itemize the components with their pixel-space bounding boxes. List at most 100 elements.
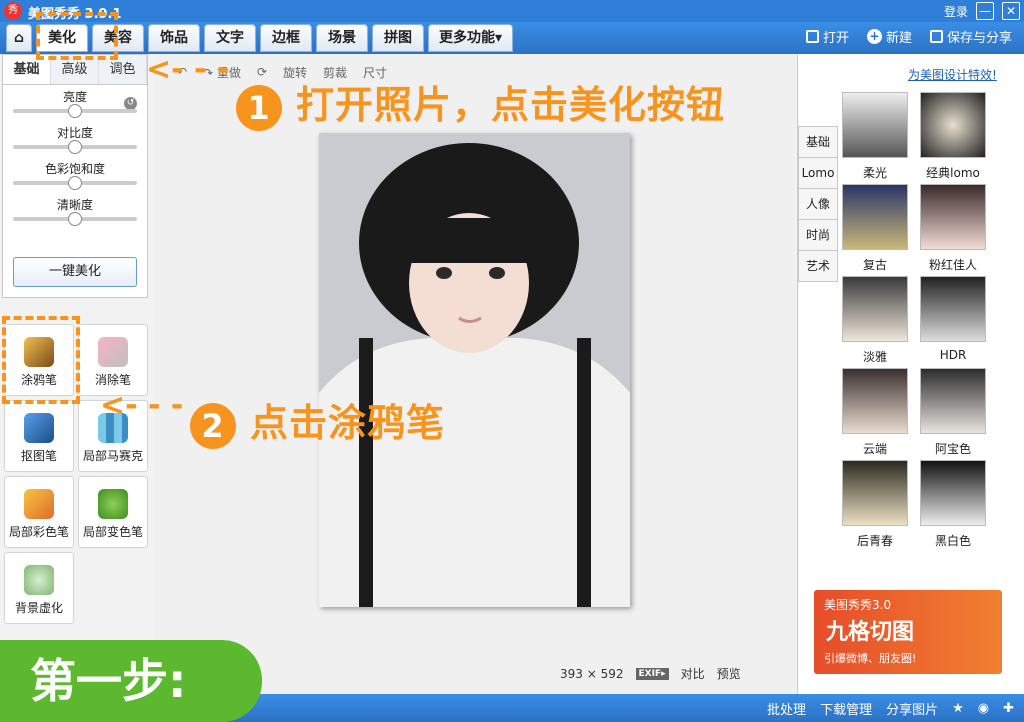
blur-icon xyxy=(24,565,54,595)
filter-label: 柔光 xyxy=(862,166,887,180)
slider-label: 对比度 xyxy=(56,126,93,140)
filter-label: 淡雅 xyxy=(862,350,887,364)
portrait-photo xyxy=(319,133,630,607)
step-two-caption: 2 点击涂鸦笔 xyxy=(190,392,445,449)
eraser-tool[interactable]: 消除笔 xyxy=(78,324,148,396)
star-icon[interactable]: ★ xyxy=(952,701,964,716)
tab-text[interactable]: 文字 xyxy=(204,24,256,52)
photo-preview[interactable] xyxy=(319,133,630,607)
tab-scene[interactable]: 场景 xyxy=(316,24,368,52)
category-art[interactable]: 艺术 xyxy=(798,250,838,282)
filter-retro[interactable]: 复古 xyxy=(842,184,908,273)
bg-blur-tool[interactable]: 背景虚化 xyxy=(4,552,74,624)
login-link[interactable]: 登录 xyxy=(944,3,968,20)
tab-more[interactable]: 更多功能▾ xyxy=(428,24,514,52)
tab-collage[interactable]: 拼图 xyxy=(372,24,424,52)
tool-label: 消除笔 xyxy=(94,373,131,387)
step-number: 2 xyxy=(190,402,236,449)
step-number: 1 xyxy=(236,84,282,131)
compare-button[interactable]: 对比 xyxy=(681,665,705,682)
tool-label: 背景虚化 xyxy=(14,601,63,615)
effect-category-tabs: 基础 Lomo 人像 时尚 艺术 xyxy=(798,126,838,282)
recolor-icon xyxy=(98,489,128,519)
eraser-icon xyxy=(98,337,128,367)
new-label: 新建 xyxy=(885,31,912,46)
effects-panel: 为美图设计特效! 基础 Lomo 人像 时尚 艺术 柔光 经典lomo 复古 粉… xyxy=(797,54,1024,694)
tool-label: 局部变色笔 xyxy=(82,525,143,539)
status-line: 393 × 592 EXIF▸ 对比 预览 xyxy=(560,665,741,682)
filter-elegant[interactable]: 淡雅 xyxy=(842,276,908,365)
app-logo-icon: 秀 xyxy=(4,2,22,20)
exif-button[interactable]: EXIF▸ xyxy=(635,667,669,680)
folder-icon xyxy=(805,30,819,43)
add-icon[interactable]: ✚ xyxy=(1003,701,1014,716)
slider-knob[interactable] xyxy=(68,104,82,118)
highlight-beautify xyxy=(36,12,118,60)
new-button[interactable]: + 新建 xyxy=(866,27,912,46)
promo-subline: 引爆微博、朋友圈! xyxy=(824,652,917,665)
one-key-beautify-button[interactable]: 一键美化 xyxy=(13,257,137,287)
slider-label: 清晰度 xyxy=(56,198,93,212)
promo-banner[interactable]: 美图秀秀3.0 九格切图 引爆微博、朋友圈! xyxy=(814,590,1002,674)
recolor-pen-tool[interactable]: 局部变色笔 xyxy=(78,476,148,548)
sharpness-slider[interactable]: 清晰度 xyxy=(3,193,147,229)
category-lomo[interactable]: Lomo xyxy=(798,157,838,189)
filter-post-youth[interactable]: 后青春 xyxy=(842,460,908,549)
color-pen-tool[interactable]: 局部彩色笔 xyxy=(4,476,74,548)
contrast-slider[interactable]: 对比度 xyxy=(3,121,147,157)
tool-label: 抠图笔 xyxy=(20,449,57,463)
home-icon[interactable]: ⌂ xyxy=(6,24,32,52)
arrow-icon: <- - - xyxy=(146,52,230,87)
open-button[interactable]: 打开 xyxy=(805,27,849,46)
adjust-panel: 基础 高级 调色 ↺ 亮度 对比度 色彩饱和度 清晰度 一键美化 xyxy=(2,54,148,298)
save-share-button[interactable]: 保存与分享 xyxy=(929,27,1012,46)
slider-knob[interactable] xyxy=(68,212,82,226)
title-controls: 登录 — ✕ xyxy=(944,2,1020,20)
tool-label: 局部马赛克 xyxy=(82,449,143,463)
filter-label: 云端 xyxy=(862,442,887,456)
filter-classic-lomo[interactable]: 经典lomo xyxy=(920,92,986,181)
filter-hdr[interactable]: HDR xyxy=(920,276,986,362)
category-fashion[interactable]: 时尚 xyxy=(798,219,838,251)
tool-label: 局部彩色笔 xyxy=(8,525,69,539)
image-size: 393 × 592 xyxy=(560,666,624,681)
download-manager-button[interactable]: 下载管理 xyxy=(820,699,872,718)
cutout-pen-tool[interactable]: 抠图笔 xyxy=(4,400,74,472)
bottom-actions: 批处理 下载管理 分享图片 ★ ◉ ✚ xyxy=(767,699,1014,718)
promo-title: 美图秀秀3.0 xyxy=(824,598,892,612)
filter-pink-lady[interactable]: 粉红佳人 xyxy=(920,184,986,273)
filter-label: 复古 xyxy=(862,258,887,272)
brightness-slider[interactable]: 亮度 xyxy=(3,85,147,121)
share-image-button[interactable]: 分享图片 xyxy=(886,699,938,718)
color-brush-icon xyxy=(24,489,54,519)
highlight-doodle xyxy=(2,316,80,404)
filter-abao[interactable]: 阿宝色 xyxy=(920,368,986,457)
slider-label: 亮度 xyxy=(62,90,87,104)
plus-icon: + xyxy=(866,29,882,44)
main-nav: ⌂ 美化 美容 饰品 文字 边框 场景 拼图 更多功能▾ 打开 + 新建 保存与分… xyxy=(0,22,1024,54)
preview-button[interactable]: 预览 xyxy=(717,665,741,682)
step-two-text: 点击涂鸦笔 xyxy=(250,401,446,445)
close-button[interactable]: ✕ xyxy=(1002,2,1020,20)
saturation-slider[interactable]: 色彩饱和度 xyxy=(3,157,147,193)
save-icon xyxy=(929,30,943,43)
open-label: 打开 xyxy=(822,31,849,46)
filter-label: 黑白色 xyxy=(934,534,971,548)
filter-cloud[interactable]: 云端 xyxy=(842,368,908,457)
filter-soft-light[interactable]: 柔光 xyxy=(842,92,908,181)
weibo-icon[interactable]: ◉ xyxy=(978,701,989,716)
step-one-text: 打开照片，点击美化按钮 xyxy=(296,83,726,127)
tab-accessories[interactable]: 饰品 xyxy=(148,24,200,52)
filter-black-white[interactable]: 黑白色 xyxy=(920,460,986,549)
batch-button[interactable]: 批处理 xyxy=(767,699,806,718)
category-portrait[interactable]: 人像 xyxy=(798,188,838,220)
design-effects-link[interactable]: 为美图设计特效! xyxy=(908,66,997,83)
filter-label: HDR xyxy=(939,348,967,362)
category-basic[interactable]: 基础 xyxy=(798,126,838,158)
slider-knob[interactable] xyxy=(68,176,82,190)
arrow-icon: <- - - xyxy=(100,388,184,423)
tab-border[interactable]: 边框 xyxy=(260,24,312,52)
minimize-button[interactable]: — xyxy=(976,2,994,20)
title-bar: 秀 美图秀秀 3.9.1 登录 — ✕ xyxy=(0,0,1024,22)
slider-knob[interactable] xyxy=(68,140,82,154)
